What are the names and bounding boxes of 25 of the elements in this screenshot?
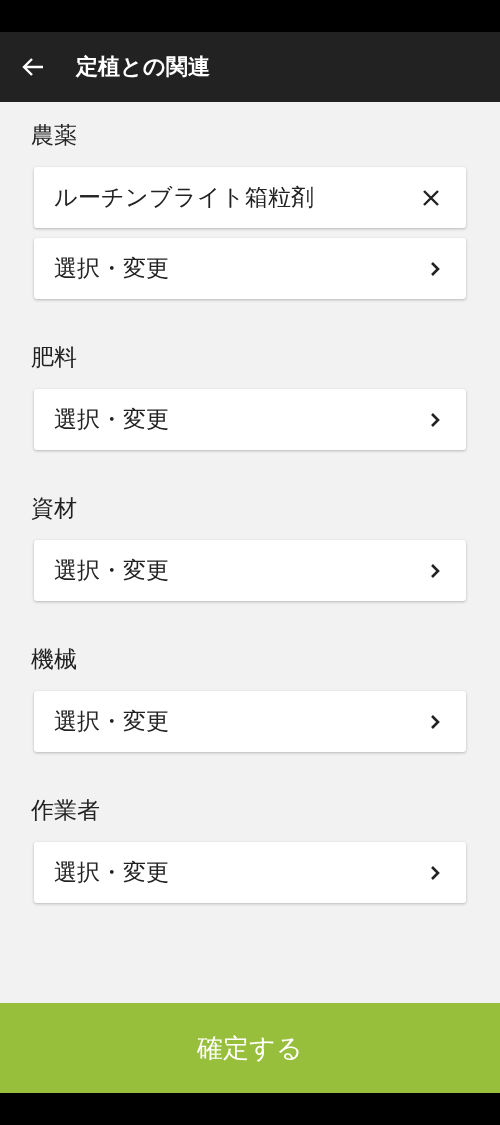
item-text: 選択・変更 bbox=[54, 254, 169, 283]
picker-row[interactable]: 選択・変更 bbox=[34, 540, 466, 601]
picker-row[interactable]: 選択・変更 bbox=[34, 238, 466, 299]
item-text: 選択・変更 bbox=[54, 405, 169, 434]
back-arrow-icon[interactable] bbox=[22, 57, 44, 77]
chevron-right-icon bbox=[430, 713, 440, 730]
item-text: 選択・変更 bbox=[54, 707, 169, 736]
header-title: 定植との関連 bbox=[76, 53, 210, 81]
section-label: 肥料 bbox=[31, 343, 77, 372]
section-label: 資材 bbox=[31, 494, 77, 523]
chevron-right-icon bbox=[430, 864, 440, 881]
item-text: ルーチンブライト箱粒剤 bbox=[54, 183, 314, 212]
chevron-right-icon bbox=[430, 562, 440, 579]
section-label: 機械 bbox=[31, 645, 77, 674]
selected-item-card[interactable]: ルーチンブライト箱粒剤 bbox=[34, 167, 466, 228]
picker-row[interactable]: 選択・変更 bbox=[34, 389, 466, 450]
section-label: 作業者 bbox=[31, 796, 100, 825]
picker-row[interactable]: 選択・変更 bbox=[34, 842, 466, 903]
close-icon[interactable] bbox=[422, 188, 440, 207]
chevron-right-icon bbox=[430, 260, 440, 277]
item-text: 選択・変更 bbox=[54, 556, 169, 585]
section-label: 農薬 bbox=[31, 121, 77, 150]
chevron-right-icon bbox=[430, 411, 440, 428]
picker-row[interactable]: 選択・変更 bbox=[34, 691, 466, 752]
item-text: 選択・変更 bbox=[54, 858, 169, 887]
